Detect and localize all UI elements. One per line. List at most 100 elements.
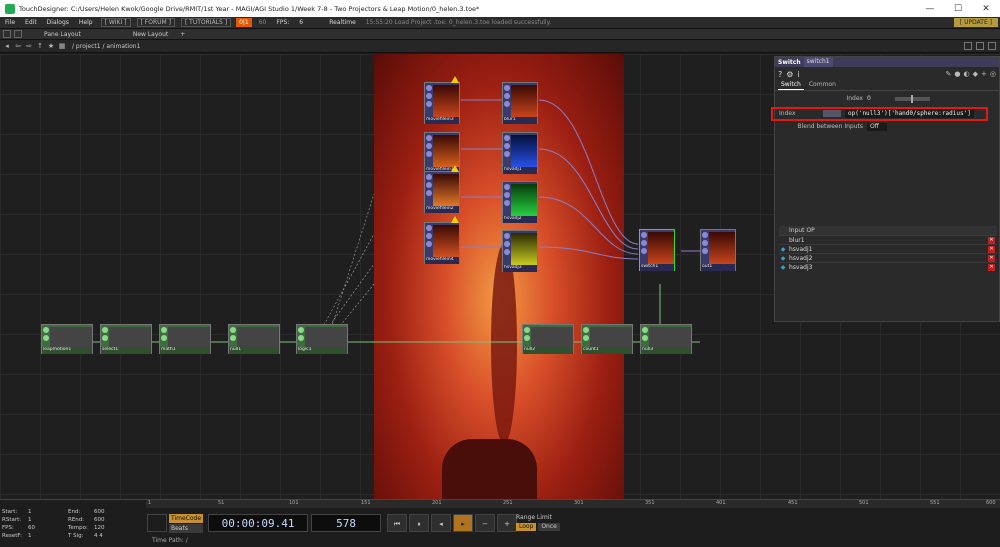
edit-icon[interactable]: ✎: [946, 70, 952, 78]
settings-icon[interactable]: ⚙: [786, 70, 793, 79]
pane-menu-icon[interactable]: [988, 42, 996, 50]
hsvadj2-node[interactable]: hsvadj2: [502, 181, 538, 223]
close-button[interactable]: ✕: [972, 0, 1000, 17]
blend-toggle[interactable]: Off: [867, 122, 887, 131]
tutorials-link[interactable]: [ TUTORIALS ]: [180, 18, 232, 27]
remove-icon[interactable]: ✕: [988, 263, 995, 271]
index-slider[interactable]: [895, 94, 930, 103]
frame-display[interactable]: 578: [311, 514, 382, 532]
once-button[interactable]: Once: [538, 523, 560, 531]
wire-hsv3-switch: [538, 246, 639, 260]
list-item[interactable]: ◆ hsvadj1 ✕: [779, 244, 997, 253]
home-icon[interactable]: ◂: [3, 42, 11, 50]
timeline-expand-button[interactable]: [147, 514, 167, 532]
start-value[interactable]: 1: [28, 508, 68, 516]
start-label: Start:: [2, 509, 18, 515]
count1-node[interactable]: count1: [581, 324, 633, 354]
tsig-value[interactable]: 4 4: [94, 532, 134, 540]
timecode-display[interactable]: 00:00:09.41: [208, 514, 309, 532]
timecode-toggle[interactable]: TimeCode: [169, 513, 204, 523]
null1-node[interactable]: null1: [228, 324, 280, 354]
ruler-tick: 201: [432, 500, 442, 506]
forward-icon[interactable]: ⇨: [25, 42, 33, 50]
pane-layout-button[interactable]: Pane Layout: [38, 31, 87, 38]
select1-node[interactable]: select1: [100, 324, 152, 354]
null3-node[interactable]: null3: [640, 324, 692, 354]
add-layout-button[interactable]: +: [174, 31, 191, 38]
remove-icon[interactable]: ✕: [988, 245, 995, 253]
rend-value[interactable]: 600: [94, 516, 134, 524]
step-plus-button[interactable]: +: [497, 514, 518, 532]
add-icon[interactable]: ◆: [779, 246, 787, 253]
bookmark-icon[interactable]: ★: [47, 42, 55, 50]
blur1-node[interactable]: blur1: [502, 82, 538, 124]
switch1-node[interactable]: switch1: [639, 229, 675, 271]
menu-dialogs[interactable]: Dialogs: [42, 19, 74, 26]
update-button[interactable]: [ UPDATE ]: [953, 18, 998, 27]
moviefilein3-node[interactable]: moviefilein3: [424, 76, 460, 124]
tab-switch[interactable]: Switch: [778, 81, 804, 90]
add-icon[interactable]: +: [981, 70, 987, 78]
up-icon[interactable]: ↑: [36, 42, 44, 50]
op-name-field[interactable]: switch1: [803, 57, 833, 67]
logic1-node[interactable]: logic1: [296, 324, 348, 354]
list-item[interactable]: ◆ hsvadj3 ✕: [779, 262, 997, 271]
menu-edit[interactable]: Edit: [20, 19, 42, 26]
maximize-button[interactable]: ☐: [944, 0, 972, 17]
python-icon[interactable]: ◐: [964, 70, 970, 78]
step-back-button[interactable]: ◂: [431, 514, 452, 532]
back-icon[interactable]: ⇦: [14, 42, 22, 50]
input-op-list: Input OP blur1 ✕ ◆ hsvadj1 ✕ ◆ hsvadj2 ✕ ◆ hsv…: [779, 226, 997, 271]
network-path[interactable]: / project1 / animation1: [72, 43, 140, 50]
target-icon[interactable]: ◎: [990, 70, 996, 78]
hsvadj1-node[interactable]: hsvadj1: [502, 132, 538, 174]
remove-icon[interactable]: ✕: [988, 254, 995, 262]
remove-icon[interactable]: ✕: [988, 236, 995, 244]
realtime-toggle[interactable]: Realtime: [324, 19, 361, 26]
rstart-value[interactable]: 1: [28, 516, 68, 524]
rewind-button[interactable]: ⏮: [387, 514, 408, 532]
fps-value[interactable]: 60: [28, 524, 68, 532]
minimize-button[interactable]: —: [916, 0, 944, 17]
color-icon[interactable]: ◆: [973, 70, 978, 78]
help-icon[interactable]: ?: [778, 70, 782, 79]
list-item[interactable]: ◆ hsvadj2 ✕: [779, 253, 997, 262]
pane-split-icon[interactable]: [3, 30, 11, 38]
timeline-ruler[interactable]: 1 51 101 151 201 251 301 351 401 451 501…: [146, 500, 1000, 508]
new-layout-button[interactable]: New Layout: [127, 31, 174, 38]
step-minus-button[interactable]: −: [475, 514, 496, 532]
moviefilein4-node[interactable]: moviefilein4: [424, 216, 460, 264]
hsvadj3-node[interactable]: hsvadj3: [502, 230, 538, 272]
resetf-value[interactable]: 1: [28, 532, 68, 540]
network-icon[interactable]: ▦: [58, 42, 66, 50]
out1-node[interactable]: out1: [700, 229, 736, 271]
grid-toggle-icon[interactable]: [964, 42, 972, 50]
comment-icon[interactable]: ●: [954, 70, 960, 78]
perform-mode-badge[interactable]: 0|1: [236, 18, 252, 27]
moviefilein2-node[interactable]: moviefilein2: [424, 165, 460, 213]
leapmotion1-node[interactable]: leapmotion1: [41, 324, 93, 354]
forum-link[interactable]: [ FORUM ]: [136, 18, 175, 27]
tab-common[interactable]: Common: [806, 81, 839, 90]
pause-button[interactable]: ⏸: [409, 514, 430, 532]
node-label: moviefilein4: [425, 257, 459, 264]
play-button[interactable]: ▸: [453, 514, 474, 532]
null2-node[interactable]: null2: [522, 324, 574, 354]
index-value[interactable]: 0: [867, 95, 891, 102]
view-toggle-icon[interactable]: [976, 42, 984, 50]
list-item[interactable]: blur1 ✕: [779, 235, 997, 244]
menu-help[interactable]: Help: [74, 19, 98, 26]
add-icon[interactable]: ◆: [779, 264, 787, 271]
wiki-link[interactable]: [ WIKI ]: [100, 18, 131, 27]
loop-button[interactable]: Loop: [516, 523, 537, 531]
time-path[interactable]: Time Path: /: [152, 537, 188, 544]
tempo-value[interactable]: 120: [94, 524, 134, 532]
menu-file[interactable]: File: [0, 19, 20, 26]
add-icon[interactable]: ◆: [779, 255, 787, 262]
node-preview: [590, 327, 632, 348]
beats-toggle[interactable]: Beats: [169, 523, 204, 533]
pane-type-icon[interactable]: [14, 30, 22, 38]
info-icon[interactable]: i: [797, 70, 799, 79]
math1-node[interactable]: math1: [159, 324, 211, 354]
end-value[interactable]: 600: [94, 508, 134, 516]
